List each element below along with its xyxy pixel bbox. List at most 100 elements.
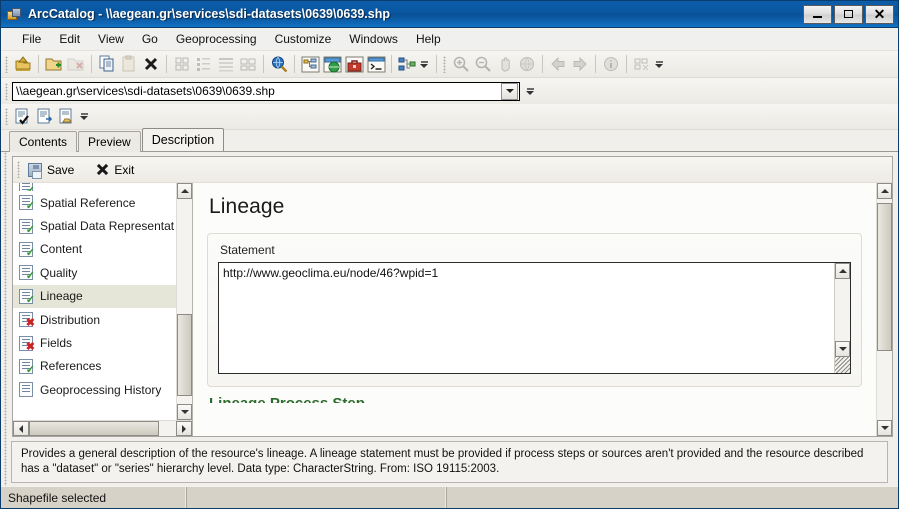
statement-scroll-up-button[interactable] [835, 263, 850, 279]
metadata-section-list[interactable]: ✓ ✓ Spatial Reference ✓ Spatial Data Rep… [13, 183, 176, 420]
metadata-editor: Save Exit ✓ ✓ Spatial Reference ✓ Spatia… [12, 156, 893, 437]
standard-toolbar-overflow[interactable] [418, 53, 430, 75]
geography-toolbar-grip[interactable] [443, 55, 446, 73]
search-icon[interactable] [268, 53, 290, 75]
menu-customize[interactable]: Customize [266, 29, 341, 49]
address-bar-overflow[interactable] [524, 80, 536, 102]
sidebar-item-label: Quality [40, 265, 78, 280]
identify-icon [600, 53, 622, 75]
content-scroll-track[interactable] [877, 199, 892, 420]
save-button[interactable]: Save [24, 161, 82, 179]
connect-to-folder-icon[interactable] [43, 53, 65, 75]
sidebar-item-references[interactable]: ✓ References [13, 355, 176, 378]
menu-geoprocessing[interactable]: Geoprocessing [167, 29, 266, 49]
import-metadata-icon[interactable] [56, 106, 78, 128]
tab-preview[interactable]: Preview [78, 131, 141, 152]
chevron-down-icon[interactable] [501, 82, 518, 100]
document-error-icon: ✖ [19, 335, 35, 352]
menu-go[interactable]: Go [133, 29, 167, 49]
location-combobox[interactable]: \\aegean.gr\services\sdi-datasets\0639\0… [12, 81, 520, 101]
tree-hscroll-thumb[interactable] [29, 421, 159, 436]
tab-description[interactable]: Description [141, 128, 225, 151]
catalog-tree-icon[interactable] [299, 53, 321, 75]
address-bar: \\aegean.gr\services\sdi-datasets\0639\0… [1, 78, 898, 104]
tree-hscroll-track[interactable] [29, 421, 176, 436]
forward-arrow-icon [569, 53, 591, 75]
tree-scroll-down-button[interactable] [177, 404, 192, 420]
menu-windows[interactable]: Windows [340, 29, 407, 49]
statement-resize-grip[interactable] [835, 357, 850, 373]
statement-scroll-down-button[interactable] [835, 341, 850, 357]
content-scroll-up-button[interactable] [877, 183, 892, 199]
tree-horizontal-scrollbar[interactable] [13, 420, 192, 436]
minimize-button[interactable] [803, 4, 832, 24]
help-text: Provides a general description of the re… [21, 448, 864, 475]
sidebar-item-distribution[interactable]: ✖ Distribution [13, 308, 176, 331]
sidebar-item-content[interactable]: ✓ Content [13, 238, 176, 261]
close-x-icon [96, 163, 109, 176]
delete-icon[interactable] [140, 53, 162, 75]
sidebar-item-quality[interactable]: ✓ Quality [13, 261, 176, 284]
tab-contents[interactable]: Contents [9, 131, 78, 152]
toolbar-grip[interactable] [5, 55, 8, 73]
tree-vertical-scrollbar[interactable] [176, 183, 192, 420]
tree-scroll-right-button[interactable] [176, 421, 192, 436]
sidebar-item-label: Content [40, 242, 83, 257]
document-ok-icon: ✓ [19, 218, 35, 235]
zoom-out-icon [472, 53, 494, 75]
statement-value[interactable]: http://www.geoclima.eu/node/46?wpid=1 [219, 263, 834, 373]
tree-scroll-track[interactable] [177, 199, 192, 404]
address-bar-grip[interactable] [5, 82, 8, 100]
tree-scroll-left-button[interactable] [13, 421, 29, 436]
next-section-heading: Lineage Process Step [209, 395, 862, 403]
location-input[interactable]: \\aegean.gr\services\sdi-datasets\0639\0… [16, 84, 501, 98]
sidebar-item-label: Fields [40, 336, 73, 351]
sidebar-item-label: References [40, 359, 102, 374]
tree-scroll-thumb[interactable] [177, 313, 192, 396]
sidebar-item-lineage[interactable]: ✓ Lineage [13, 284, 176, 308]
maximize-button[interactable] [834, 4, 863, 24]
sidebar-item-spatial-data-representation[interactable]: ✓ Spatial Data Representat [13, 214, 176, 237]
model-builder-icon[interactable] [396, 53, 418, 75]
paste-icon [118, 53, 140, 75]
save-button-label: Save [47, 162, 75, 177]
status-bar: Shapefile selected [1, 486, 898, 508]
menu-bar: File Edit View Go Geoprocessing Customiz… [1, 28, 898, 51]
tree-scroll-up-button[interactable] [177, 183, 192, 199]
content-scroll-thumb[interactable] [877, 203, 892, 352]
sidebar-item-spatial-reference[interactable]: ✓ Spatial Reference [13, 191, 176, 214]
metadata-toolbar-grip[interactable] [5, 108, 8, 125]
window-title: ArcCatalog - \\aegean.gr\services\sdi-da… [28, 7, 390, 21]
document-ok-icon: ✓ [19, 358, 35, 375]
large-icons-view-icon [171, 53, 193, 75]
statement-scrollbar[interactable] [834, 263, 850, 373]
arcmap-icon[interactable] [321, 53, 343, 75]
up-one-level-icon[interactable] [12, 53, 34, 75]
validate-metadata-icon[interactable] [12, 106, 34, 128]
menu-view[interactable]: View [89, 29, 133, 49]
title-bar: ArcCatalog - \\aegean.gr\services\sdi-da… [1, 1, 898, 28]
exit-button[interactable]: Exit [92, 161, 142, 179]
menu-help[interactable]: Help [407, 29, 450, 49]
arccatalog-window: ArcCatalog - \\aegean.gr\services\sdi-da… [0, 0, 899, 509]
toolbox-icon[interactable] [343, 53, 365, 75]
metadata-toolbar-overflow[interactable] [78, 106, 90, 128]
content-vertical-scrollbar[interactable] [876, 183, 892, 436]
document-error-icon: ✖ [19, 312, 35, 329]
editor-toolbar-grip[interactable] [17, 161, 20, 178]
content-scroll-down-button[interactable] [877, 420, 892, 436]
copy-icon[interactable] [96, 53, 118, 75]
panel-grip[interactable] [4, 152, 7, 486]
export-metadata-icon[interactable] [34, 106, 56, 128]
menu-edit[interactable]: Edit [50, 29, 89, 49]
tree-item-partial-top[interactable]: ✓ [13, 183, 176, 191]
sidebar-item-geoprocessing-history[interactable]: Geoprocessing History [13, 378, 176, 401]
statement-textarea[interactable]: http://www.geoclima.eu/node/46?wpid=1 [218, 262, 851, 374]
geography-toolbar-overflow[interactable] [653, 53, 665, 75]
list-view-icon [193, 53, 215, 75]
statement-scroll-track[interactable] [835, 279, 850, 341]
sidebar-item-fields[interactable]: ✖ Fields [13, 331, 176, 354]
menu-file[interactable]: File [13, 29, 50, 49]
python-window-icon[interactable] [365, 53, 387, 75]
close-button[interactable]: ✕ [865, 4, 894, 24]
